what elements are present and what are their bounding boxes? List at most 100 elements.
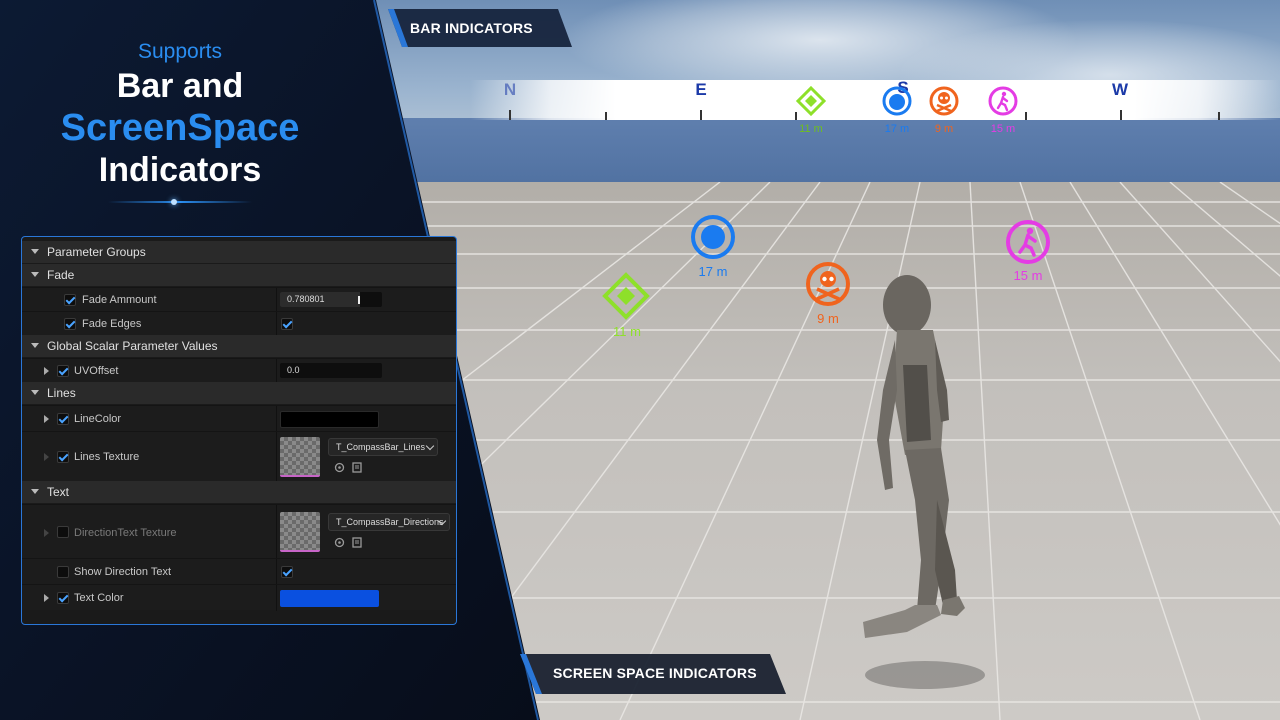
text-color-swatch[interactable] <box>280 590 379 607</box>
uvoffset-checkbox[interactable] <box>57 365 69 377</box>
property-label: LineColor <box>74 413 122 425</box>
compass-tick <box>700 110 702 120</box>
diamond-marker-icon <box>602 272 650 320</box>
property-row-show-direction-text: Show Direction Text <box>22 558 456 585</box>
category-global-scalar[interactable]: Global Scalar Parameter Values <box>22 335 456 357</box>
property-label: Lines Texture <box>74 451 140 463</box>
column-divider <box>276 312 277 336</box>
show-direction-value-checkbox[interactable] <box>281 566 293 578</box>
property-row-text-color: Text Color <box>22 584 456 611</box>
property-label: Text Color <box>74 592 124 604</box>
texture-thumbnail[interactable] <box>280 512 320 552</box>
compass-bar <box>470 80 1280 120</box>
headline: Supports Bar and ScreenSpace Indicators <box>0 38 360 190</box>
player-character <box>863 275 985 689</box>
category-text[interactable]: Text <box>22 481 456 503</box>
headline-divider <box>108 201 252 203</box>
walking-person-icon <box>988 86 1018 116</box>
column-divider <box>276 406 277 432</box>
diamond-marker-icon <box>796 86 826 116</box>
text-color-checkbox[interactable] <box>57 592 69 604</box>
world-indicator-distance: 11 m <box>613 324 641 339</box>
browse-asset-icon[interactable] <box>352 462 363 473</box>
property-label: DirectionText Texture <box>74 527 177 539</box>
column-divider <box>276 359 277 383</box>
dropdown-value: T_CompassBar_Lines <box>336 442 426 452</box>
collapse-triangle-icon[interactable] <box>31 489 39 494</box>
bomb-circle-icon <box>882 86 912 116</box>
compass-distance: 17 m <box>884 123 910 135</box>
category-label: Fade <box>47 268 75 282</box>
category-fade[interactable]: Fade <box>22 264 456 286</box>
headline-screenspace: ScreenSpace <box>60 107 300 149</box>
property-label: Show Direction Text <box>74 566 172 578</box>
fade-amount-checkbox[interactable] <box>64 294 76 306</box>
property-label: UVOffset <box>74 365 119 377</box>
screen-space-indicators-label: SCREEN SPACE INDICATORS <box>553 665 757 681</box>
skull-crossbones-icon <box>929 86 959 116</box>
fade-edges-enable-checkbox[interactable] <box>64 318 76 330</box>
property-row-uvoffset: UVOffset 0.0 <box>22 358 456 383</box>
property-label: Fade Ammount <box>82 294 157 306</box>
bar-indicators-label: BAR INDICATORS <box>410 20 533 36</box>
compass-tick <box>1218 112 1220 120</box>
category-label: Global Scalar Parameter Values <box>47 339 218 353</box>
uvoffset-value[interactable]: 0.0 <box>280 363 382 378</box>
property-row-direction-texture: DirectionText Texture T_CompassBar_Direc… <box>22 504 456 559</box>
compass-distance: 15 m <box>990 123 1016 135</box>
column-divider <box>276 505 277 559</box>
category-label: Parameter Groups <box>47 245 146 259</box>
property-row-lines-texture: Lines Texture T_CompassBar_Lines <box>22 431 456 482</box>
lines-texture-dropdown[interactable]: T_CompassBar_Lines <box>328 438 438 456</box>
compass-tick <box>1025 112 1027 120</box>
browse-asset-icon[interactable] <box>352 537 363 548</box>
walking-person-icon <box>1006 220 1050 264</box>
expand-arrow-icon[interactable] <box>44 367 49 375</box>
property-row-line-color: LineColor <box>22 405 456 432</box>
category-parameter-groups[interactable]: Parameter Groups <box>22 241 456 263</box>
bomb-circle-icon <box>691 215 735 259</box>
show-direction-enable-checkbox[interactable] <box>57 566 69 578</box>
collapse-triangle-icon[interactable] <box>31 249 39 254</box>
headline-bar-and: Bar and <box>116 67 244 105</box>
fade-edges-value-checkbox[interactable] <box>281 318 293 330</box>
collapse-triangle-icon[interactable] <box>31 390 39 395</box>
compass-distance: 11 m <box>799 123 823 135</box>
compass-tick <box>1120 110 1122 120</box>
world-indicator-distance: 9 m <box>817 311 839 326</box>
collapse-triangle-icon[interactable] <box>31 272 39 277</box>
texture-thumbnail[interactable] <box>280 437 320 477</box>
category-label: Text <box>47 485 70 499</box>
compass-distance: 9 m <box>934 123 954 135</box>
dropdown-value: T_CompassBar_Directions <box>336 517 444 527</box>
headline-divider-dot <box>171 199 177 205</box>
slider-knob[interactable] <box>358 296 360 304</box>
chevron-down-icon <box>425 441 435 451</box>
expand-arrow-icon[interactable] <box>44 415 49 423</box>
reset-arrow-icon[interactable] <box>334 537 345 548</box>
expand-arrow-icon[interactable] <box>44 594 49 602</box>
material-parameter-panel: Parameter Groups Fade Fade Ammount 0.780… <box>21 236 457 625</box>
world-indicator-distance: 15 m <box>1013 268 1043 283</box>
column-divider <box>276 559 277 585</box>
reset-arrow-icon[interactable] <box>334 462 345 473</box>
line-color-checkbox[interactable] <box>57 413 69 425</box>
expand-arrow-icon[interactable] <box>44 453 49 461</box>
compass-letter-e: E <box>695 80 707 99</box>
direction-texture-dropdown[interactable]: T_CompassBar_Directions <box>328 513 450 531</box>
column-divider <box>276 432 277 482</box>
fade-amount-value[interactable]: 0.780801 <box>280 292 382 307</box>
headline-indicators: Indicators <box>98 151 262 189</box>
column-divider <box>276 288 277 312</box>
column-divider <box>276 585 277 611</box>
compass-letter-w: W <box>1111 80 1129 99</box>
direction-texture-checkbox[interactable] <box>57 526 69 538</box>
line-color-swatch[interactable] <box>280 411 379 428</box>
property-label: Fade Edges <box>82 318 142 330</box>
property-row-fade-amount: Fade Ammount 0.780801 <box>22 287 456 312</box>
property-row-fade-edges: Fade Edges <box>22 311 456 336</box>
category-lines[interactable]: Lines <box>22 382 456 404</box>
lines-texture-checkbox[interactable] <box>57 451 69 463</box>
collapse-triangle-icon[interactable] <box>31 343 39 348</box>
expand-arrow-icon[interactable] <box>44 529 49 537</box>
